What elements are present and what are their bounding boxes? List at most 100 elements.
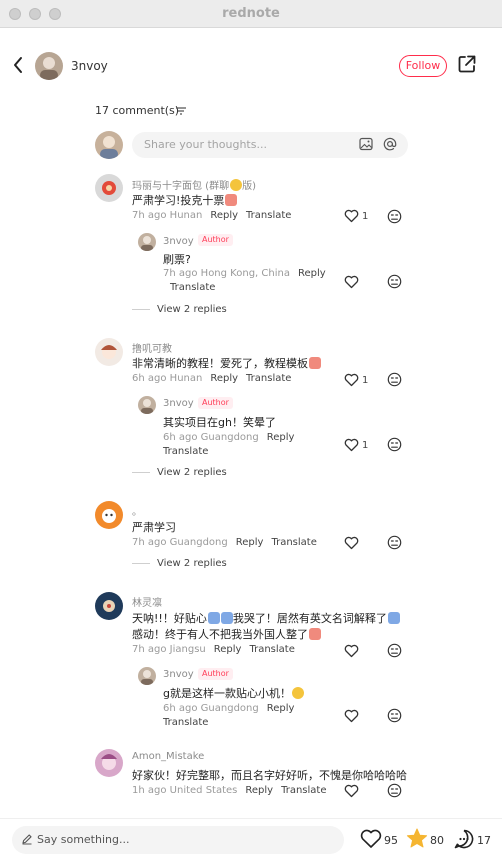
my-avatar [95, 131, 123, 159]
comment-icon[interactable] [453, 828, 475, 850]
reply-meta: 6h ago Guangdong Reply [163, 432, 294, 443]
comment-count-total: 17 [477, 834, 491, 847]
commenter-name[interactable]: 。 [132, 503, 142, 518]
reply-text-content: g就是这样一款贴心小机！ [163, 687, 291, 700]
reply-button[interactable]: Reply [267, 432, 295, 443]
heart-icon[interactable] [344, 644, 359, 658]
heart-icon[interactable] [360, 829, 382, 849]
dislike-icon[interactable] [387, 274, 402, 289]
comment-text-line-2: 感动！终于有人不把我当外国人整了 [132, 626, 321, 642]
emoji-icon [225, 194, 238, 206]
share-icon[interactable] [457, 54, 477, 74]
dislike-icon[interactable] [387, 708, 402, 723]
translate-button[interactable]: Translate [271, 537, 316, 548]
emoji-icon [387, 612, 400, 624]
commenter-name[interactable]: 撸叽可教 [132, 340, 172, 355]
reply-avatar[interactable] [138, 233, 156, 251]
reply-avatar[interactable] [138, 396, 156, 414]
reply-button[interactable]: Reply [214, 644, 242, 655]
comment-meta: 7h ago Hunan Reply Translate [132, 210, 291, 221]
comment-time: 1h ago [132, 785, 167, 796]
star-count: 80 [430, 834, 444, 847]
follow-button[interactable]: Follow [399, 55, 447, 77]
say-something-input[interactable]: Say something... [12, 826, 344, 854]
reply-time: 6h ago [163, 703, 198, 714]
comment-text: 严肃学习 [132, 521, 176, 534]
translate-button[interactable]: Translate [249, 644, 294, 655]
reply-author-name[interactable]: 3nvoy [163, 236, 194, 247]
divider-line [132, 471, 150, 473]
view-replies-button[interactable]: View 2 replies [132, 304, 227, 315]
reply-button[interactable]: Reply [210, 210, 238, 221]
share-thoughts-input[interactable]: Share your thoughts... [132, 132, 408, 158]
commenter-avatar[interactable] [95, 338, 123, 366]
comment-text-content: 严肃学习!投克十票 [132, 194, 225, 207]
view-replies-label: View 2 replies [157, 304, 227, 315]
comment-meta: 7h ago Jiangsu Reply Translate [132, 644, 295, 655]
reply-location: Guangdong [200, 703, 259, 714]
image-icon[interactable] [359, 137, 373, 151]
reply-button[interactable]: Reply [210, 373, 238, 384]
filter-icon[interactable] [176, 107, 186, 115]
heart-icon[interactable] [344, 784, 359, 798]
commenter-name-suffix: 版) [242, 181, 256, 192]
dislike-icon[interactable] [387, 783, 402, 798]
commenter-avatar[interactable] [95, 174, 123, 202]
comment-text-content-2: 我哭了！居然有英文名词解释了 [232, 612, 387, 625]
reply-button[interactable]: Reply [267, 703, 295, 714]
reply-text: g就是这样一款贴心小机！ [163, 685, 304, 701]
back-icon[interactable] [12, 56, 24, 74]
commenter-name[interactable]: 林灵凛 [132, 594, 162, 609]
heart-icon[interactable] [344, 209, 359, 223]
at-icon[interactable] [383, 137, 397, 151]
heart-icon[interactable] [344, 438, 359, 452]
comment-location: Guangdong [169, 537, 228, 548]
translate-button[interactable]: Translate [163, 446, 208, 457]
view-replies-button[interactable]: View 2 replies [132, 467, 227, 478]
star-icon[interactable] [406, 828, 428, 849]
dislike-icon[interactable] [387, 437, 402, 452]
reply-location: Hong Kong, China [200, 268, 290, 279]
reply-avatar[interactable] [138, 667, 156, 685]
view-replies-label: View 2 replies [157, 467, 227, 478]
translate-button[interactable]: Translate [281, 785, 326, 796]
translate-button[interactable]: Translate [163, 717, 208, 728]
comment-text: 天呐!!！好贴心 我哭了！居然有英文名词解释了 [132, 610, 400, 626]
heart-icon[interactable] [344, 373, 359, 387]
dislike-icon[interactable] [387, 372, 402, 387]
emoji-icon [309, 628, 321, 640]
emoji-icon [207, 612, 220, 624]
reply-button[interactable]: Reply [236, 537, 264, 548]
commenter-name[interactable]: Amon_Mistake [132, 751, 204, 762]
heart-icon[interactable] [344, 536, 359, 550]
comment-location: Hunan [169, 210, 203, 221]
view-replies-button[interactable]: View 2 replies [132, 558, 227, 569]
reply-button[interactable]: Reply [245, 785, 273, 796]
post-header: 3nvoy Follow [0, 28, 502, 106]
dislike-icon[interactable] [387, 209, 402, 224]
heart-icon[interactable] [344, 709, 359, 723]
reply-author-name[interactable]: 3nvoy [163, 398, 194, 409]
comment-time: 7h ago [132, 210, 167, 221]
like-count-total: 95 [384, 834, 398, 847]
commenter-avatar[interactable] [95, 749, 123, 777]
translate-button[interactable]: Translate [246, 210, 291, 221]
comment-time: 7h ago [132, 644, 167, 655]
commenter-avatar[interactable] [95, 501, 123, 529]
commenter-avatar[interactable] [95, 592, 123, 620]
reply-author-name[interactable]: 3nvoy [163, 669, 194, 680]
divider-line [132, 562, 150, 564]
comment-location: Hunan [169, 373, 203, 384]
author-avatar[interactable] [35, 52, 63, 80]
dislike-icon[interactable] [387, 643, 402, 658]
translate-button[interactable]: Translate [246, 373, 291, 384]
dislike-icon[interactable] [387, 535, 402, 550]
comment-location: Jiangsu [169, 644, 206, 655]
author-name[interactable]: 3nvoy [71, 59, 108, 73]
translate-button[interactable]: Translate [170, 282, 215, 293]
window-titlebar: rednote [0, 0, 502, 28]
reply-text: 刷票? [163, 253, 191, 266]
commenter-name[interactable]: 玛丽与十字面包 (群聊 版) [132, 177, 256, 192]
reply-button[interactable]: Reply [298, 268, 326, 279]
heart-icon[interactable] [344, 275, 359, 289]
